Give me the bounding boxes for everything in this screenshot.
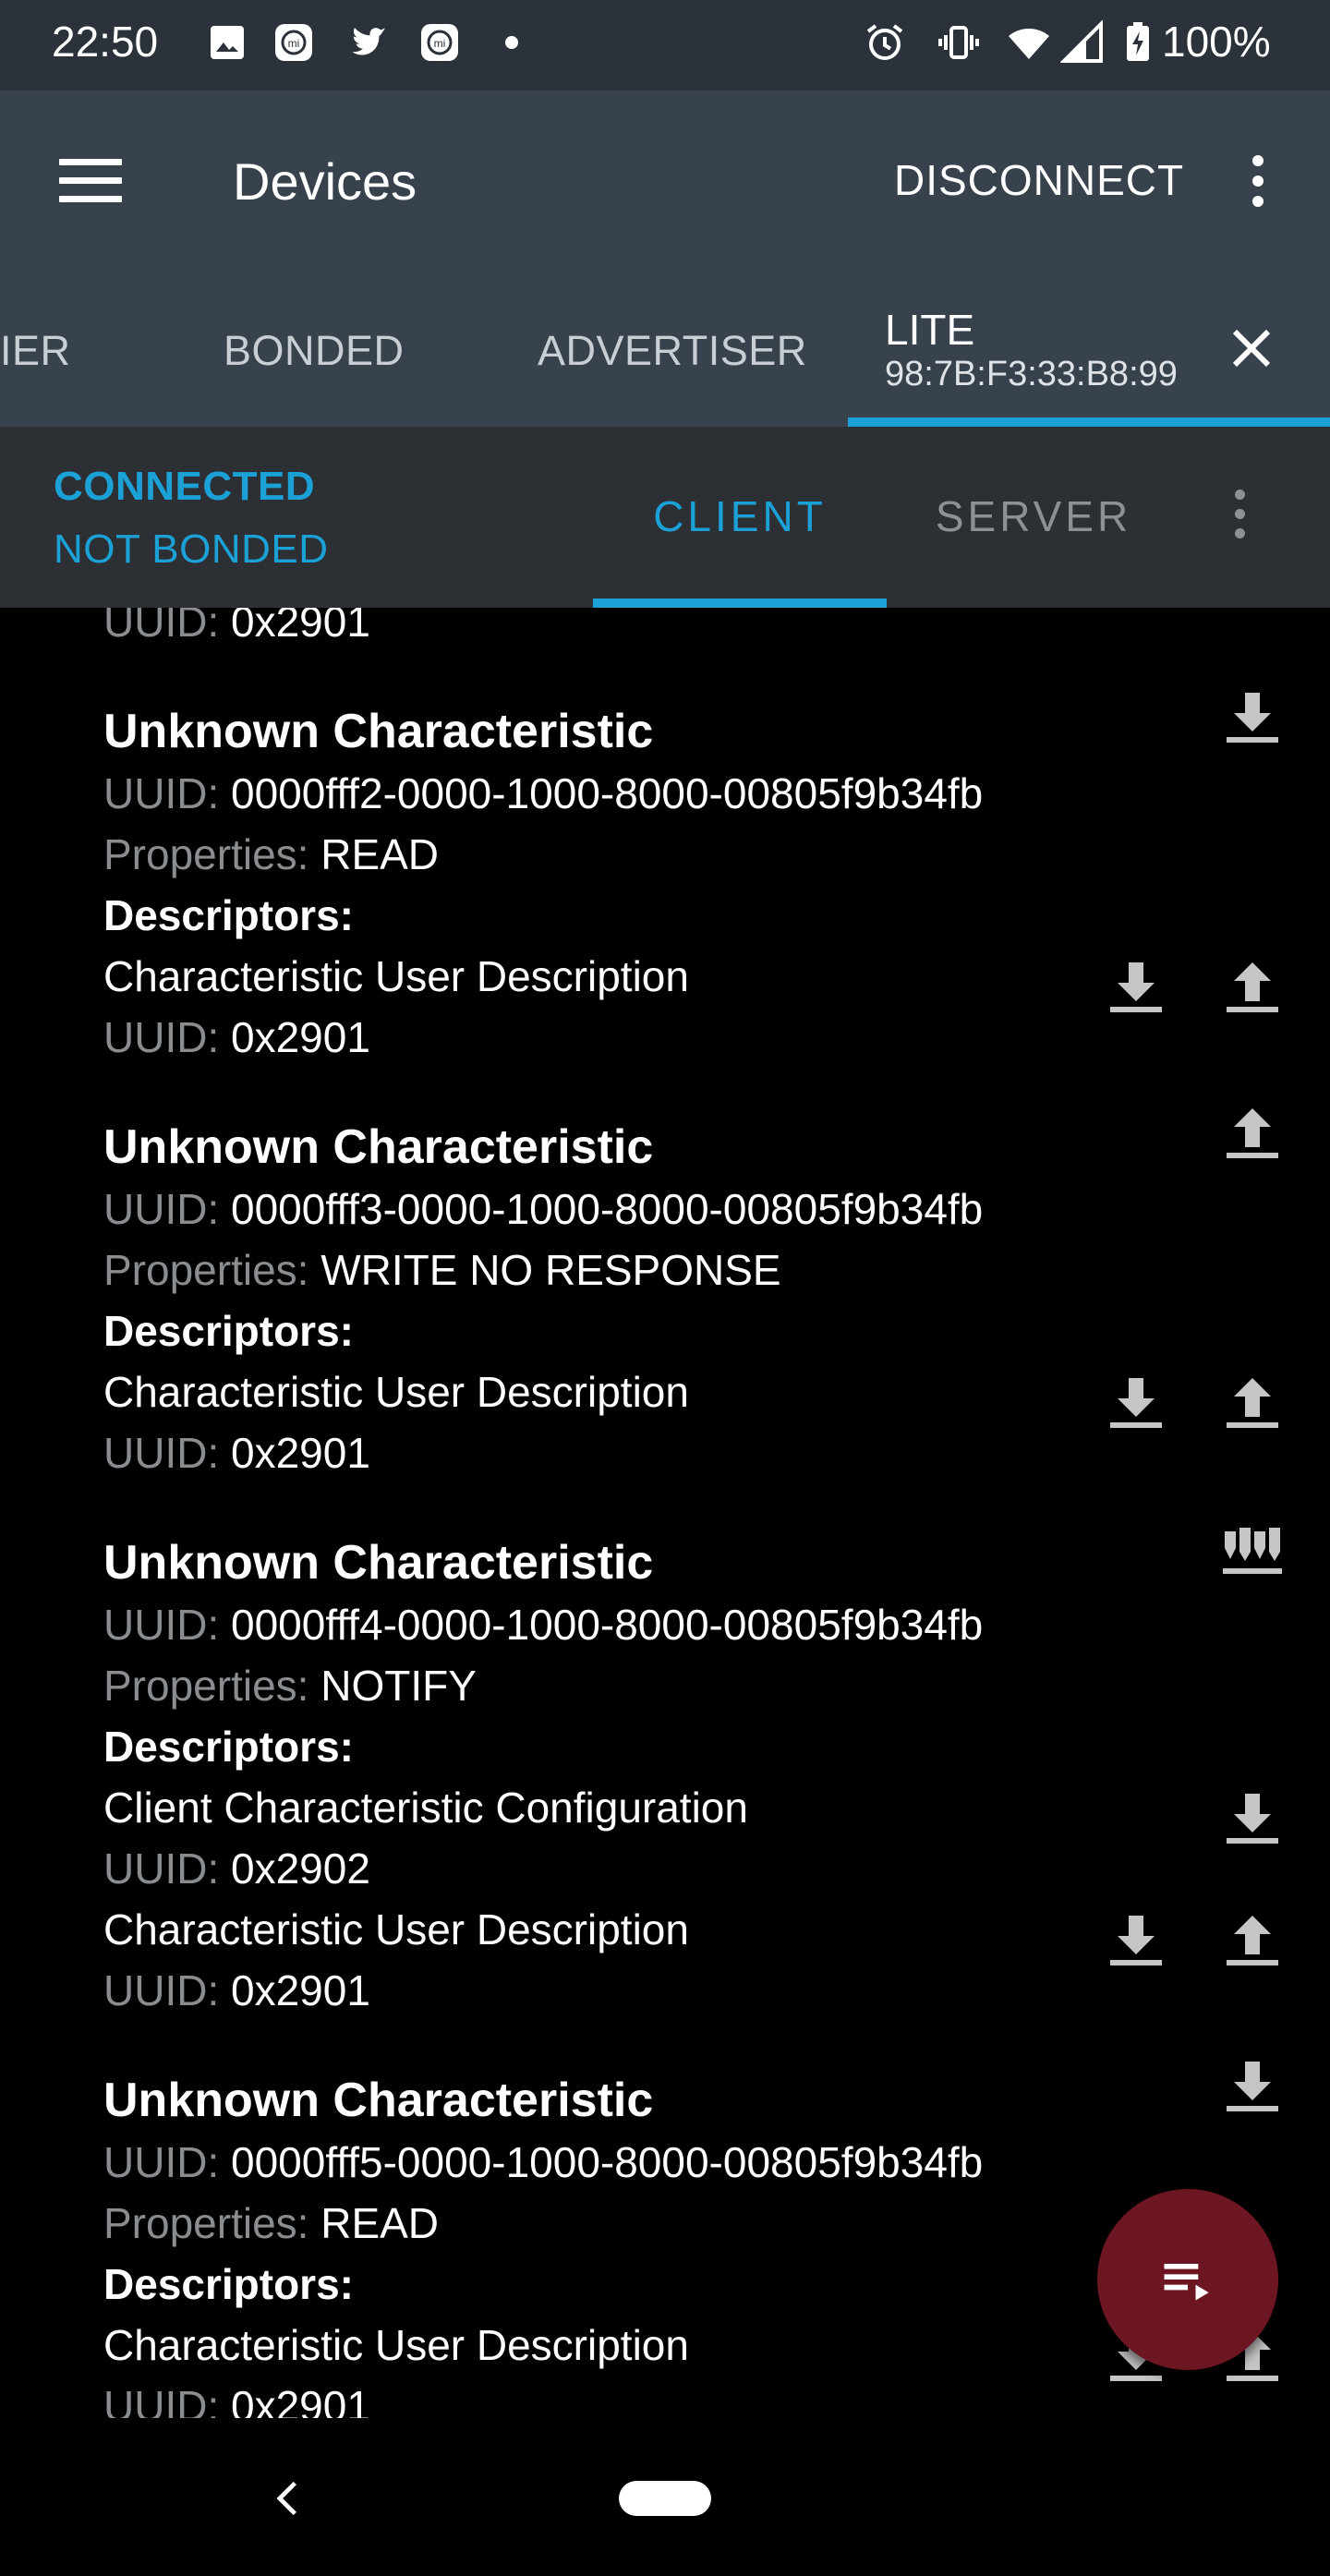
- descriptor-uuid: UUID: 0x2901: [103, 1966, 370, 2014]
- write-icon[interactable]: [1219, 1103, 1286, 1162]
- descriptor-uuid: UUID: 0x2901: [103, 2382, 370, 2418]
- descriptor-name: Characteristic User Description: [103, 1368, 689, 1416]
- menu-icon[interactable]: [59, 159, 122, 203]
- characteristic-properties: Properties: READ: [103, 830, 440, 878]
- log-list-icon: [1164, 2264, 1209, 2301]
- mi-icon: mi: [275, 24, 312, 61]
- device-tab-indicator: [848, 417, 1330, 427]
- battery-percentage: 100%: [1162, 18, 1271, 66]
- close-icon[interactable]: [1227, 323, 1276, 373]
- battery-charging-icon: [1127, 22, 1149, 61]
- status-time: 22:50: [52, 18, 159, 66]
- dot-icon: [505, 36, 518, 49]
- descriptors-heading: Descriptors:: [103, 1307, 354, 1355]
- read-icon[interactable]: [1219, 1788, 1286, 1847]
- connection-overflow-icon[interactable]: [1230, 490, 1249, 545]
- connection-status: CONNECTED: [54, 464, 316, 509]
- home-pill-icon[interactable]: [619, 2481, 711, 2516]
- signal-icon: [1060, 20, 1103, 63]
- read-icon[interactable]: [1103, 957, 1169, 1016]
- characteristic-uuid: UUID: 0000fff2-0000-1000-8000-00805f9b34…: [103, 769, 984, 817]
- descriptor-uuid: UUID: 0x2902: [103, 1844, 370, 1893]
- svg-text:mi: mi: [288, 37, 300, 50]
- descriptors-heading: Descriptors:: [103, 2260, 354, 2308]
- mi-icon: mi: [421, 24, 458, 61]
- client-tab-indicator: [593, 599, 887, 608]
- vibrate-icon: [938, 26, 979, 59]
- descriptors-heading: Descriptors:: [103, 1723, 354, 1771]
- partial-descriptor-uuid: UUID: 0x2901: [103, 608, 370, 646]
- descriptors-heading: Descriptors:: [103, 891, 354, 939]
- status-bar: 22:50 mi mi 100%: [0, 0, 1330, 91]
- twitter-icon: [352, 28, 386, 55]
- tab-bonded[interactable]: BONDED: [224, 327, 405, 375]
- tab-scanner[interactable]: IER: [0, 327, 71, 375]
- characteristic-name: Unknown Characteristic: [103, 2074, 654, 2127]
- characteristic-uuid: UUID: 0000fff5-0000-1000-8000-00805f9b34…: [103, 2138, 984, 2186]
- characteristic-uuid: UUID: 0000fff3-0000-1000-8000-00805f9b34…: [103, 1185, 984, 1233]
- characteristic-properties: Properties: NOTIFY: [103, 1662, 477, 1710]
- log-fab-button[interactable]: [1097, 2189, 1278, 2370]
- characteristic-uuid: UUID: 0000fff4-0000-1000-8000-00805f9b34…: [103, 1601, 984, 1649]
- page-title: Devices: [233, 152, 417, 211]
- descriptor-uuid: UUID: 0x2901: [103, 1429, 370, 1477]
- write-icon[interactable]: [1219, 1910, 1286, 1969]
- svg-text:mi: mi: [434, 37, 446, 50]
- characteristic-name: Unknown Characteristic: [103, 1536, 654, 1590]
- tab-client[interactable]: CLIENT: [593, 491, 887, 541]
- notify-icon[interactable]: [1219, 1518, 1286, 1578]
- descriptor-name: Characteristic User Description: [103, 2321, 689, 2369]
- alarm-icon: [866, 24, 903, 60]
- tab-lite-device-name[interactable]: LITE: [885, 305, 974, 355]
- descriptor-name: Characteristic User Description: [103, 952, 689, 1000]
- bond-status: NOT BONDED: [54, 526, 329, 572]
- write-icon[interactable]: [1219, 1373, 1286, 1432]
- characteristic-properties: Properties: WRITE NO RESPONSE: [103, 1246, 781, 1294]
- characteristic-name: Unknown Characteristic: [103, 1120, 654, 1174]
- back-icon[interactable]: [268, 2475, 308, 2522]
- read-icon[interactable]: [1103, 1373, 1169, 1432]
- characteristic-properties: Properties: READ: [103, 2199, 440, 2247]
- descriptor-name: Characteristic User Description: [103, 1905, 689, 1953]
- descriptor-name: Client Characteristic Configuration: [103, 1784, 748, 1832]
- read-icon[interactable]: [1219, 2056, 1286, 2115]
- descriptor-uuid: UUID: 0x2901: [103, 1013, 370, 1061]
- read-icon[interactable]: [1103, 1910, 1169, 1969]
- tab-server[interactable]: SERVER: [887, 491, 1180, 541]
- disconnect-button[interactable]: DISCONNECT: [894, 155, 1184, 205]
- image-icon: [211, 26, 244, 59]
- tab-lite-device-address: 98:7B:F3:33:B8:99: [885, 355, 1178, 393]
- tab-advertiser[interactable]: ADVERTISER: [538, 327, 807, 375]
- write-icon[interactable]: [1219, 957, 1286, 1016]
- overflow-menu-icon[interactable]: [1247, 155, 1269, 211]
- characteristic-name: Unknown Characteristic: [103, 705, 654, 758]
- characteristics-list[interactable]: UUID: 0x2901 Unknown Characteristic UUID…: [0, 608, 1330, 2418]
- wifi-icon: [1009, 29, 1049, 59]
- read-icon[interactable]: [1219, 687, 1286, 746]
